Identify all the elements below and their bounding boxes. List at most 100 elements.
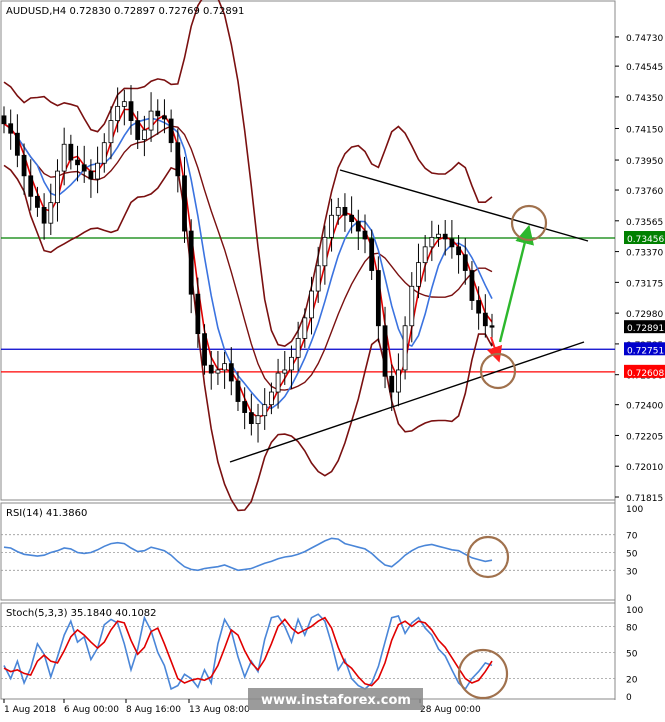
candle-body <box>396 369 401 393</box>
candle-body <box>362 230 368 240</box>
candle-body <box>14 132 20 156</box>
candle-body <box>369 238 375 271</box>
candle-body <box>309 290 314 319</box>
candle-body <box>135 120 141 140</box>
time-tick-label: 13 Aug 08:00 <box>189 705 250 715</box>
candle-body <box>228 363 234 382</box>
price-tick-label: 0.73175 <box>626 279 663 289</box>
oscillator-tick-label: 0 <box>626 594 632 604</box>
candle-body <box>141 129 147 140</box>
candle-body <box>489 325 495 328</box>
stoch-pane-title: Stoch(5,3,3) 35.1840 40.1082 <box>6 608 157 619</box>
candle-body <box>275 372 281 393</box>
oscillator-tick-label: 80 <box>626 623 638 633</box>
candle-body <box>262 404 268 417</box>
price-label: 0.72608 <box>627 369 664 379</box>
candle-body <box>81 164 87 172</box>
candle-body <box>148 110 154 131</box>
candle-body <box>61 143 67 172</box>
time-tick-label: 1 Aug 2018 <box>4 705 56 715</box>
time-tick-label: 8 Aug 16:00 <box>126 705 181 715</box>
candle-body <box>115 105 121 121</box>
oscillator-tick-label: 0 <box>626 693 632 703</box>
candle <box>402 316 408 380</box>
price-tick-label: 0.73950 <box>626 157 663 167</box>
candle-body <box>21 154 27 177</box>
candle-body <box>222 363 228 371</box>
time-tick-label: 6 Aug 00:00 <box>64 705 119 715</box>
candle-body <box>55 170 60 204</box>
oscillator-tick-label: 100 <box>626 606 643 616</box>
price-tick-label: 0.71815 <box>626 494 663 504</box>
candle-body <box>349 214 355 222</box>
candle-body <box>235 380 241 402</box>
candle-body <box>456 246 461 256</box>
candle-body <box>75 159 80 166</box>
candle-body <box>268 391 274 406</box>
candle-body <box>302 317 308 339</box>
candle-body <box>255 415 261 425</box>
candle-body <box>476 300 482 314</box>
candle-body <box>1 115 7 125</box>
candle-body <box>195 293 201 335</box>
price-tick-label: 0.74350 <box>626 94 663 104</box>
price-tick-label: 0.72205 <box>626 432 663 442</box>
price-tick-label: 0.72010 <box>626 463 663 473</box>
candle-body <box>322 236 328 267</box>
price-label: 0.73456 <box>627 235 664 245</box>
candle-body <box>8 123 14 134</box>
oscillator-tick-label: 70 <box>626 532 638 542</box>
candle-body <box>429 236 435 248</box>
candle-body <box>382 325 388 377</box>
watermark: www.instaforex.com <box>261 693 411 708</box>
candle-body <box>355 221 361 232</box>
candle-body <box>155 110 161 117</box>
candle-body <box>449 238 455 248</box>
price-label: 0.72891 <box>627 324 664 334</box>
candle-body <box>248 412 254 425</box>
candle-body <box>289 356 294 371</box>
candle-body <box>295 337 301 358</box>
chart-window: 0.74730 0.74545 0.74350 0.74150 0.73950 0.737… <box>0 0 665 718</box>
time-tick-label: 28 Aug 00:00 <box>420 705 481 715</box>
candle-body <box>329 214 334 238</box>
candle-body <box>121 101 127 107</box>
candle-body <box>215 369 221 374</box>
price-label: 0.72751 <box>627 346 664 356</box>
price-pane-title: AUDUSD,H4 0.72830 0.72897 0.72769 0.7289… <box>6 6 244 17</box>
candle-body <box>28 175 34 197</box>
candle-body <box>101 142 107 164</box>
candle-body <box>202 333 207 366</box>
candle-body <box>242 401 248 413</box>
candle-body <box>208 364 214 374</box>
candle-body <box>188 230 194 295</box>
candle-body <box>88 170 94 180</box>
price-tick-label: 0.73370 <box>626 249 663 259</box>
candle-body <box>482 312 488 327</box>
candle-body <box>168 118 174 144</box>
candle-body <box>35 195 40 208</box>
candle-body <box>335 206 341 216</box>
price-tick-label: 0.74730 <box>626 34 663 44</box>
candle-body <box>409 285 415 327</box>
candle-body <box>68 143 74 161</box>
oscillator-tick-label: 100 <box>626 505 643 515</box>
candle-body <box>128 101 134 121</box>
price-tick-label: 0.73760 <box>626 187 663 197</box>
candle-body <box>422 246 428 264</box>
candle-body <box>95 162 100 180</box>
candle-body <box>389 375 395 393</box>
candle-body <box>402 325 408 371</box>
candle-body <box>416 262 421 287</box>
price-tick-label: 0.73565 <box>626 218 663 228</box>
oscillator-tick-label: 20 <box>626 676 638 686</box>
rsi-pane-title: RSI(14) 41.3860 <box>6 508 87 519</box>
candle-body <box>182 175 187 232</box>
price-tick-label: 0.72400 <box>626 402 663 412</box>
candle-body <box>442 233 448 240</box>
candle-body <box>282 369 288 374</box>
candle-body <box>162 115 167 120</box>
candle-body <box>108 120 114 144</box>
price-tick-label: 0.74150 <box>626 125 663 135</box>
candle-body <box>175 142 181 177</box>
